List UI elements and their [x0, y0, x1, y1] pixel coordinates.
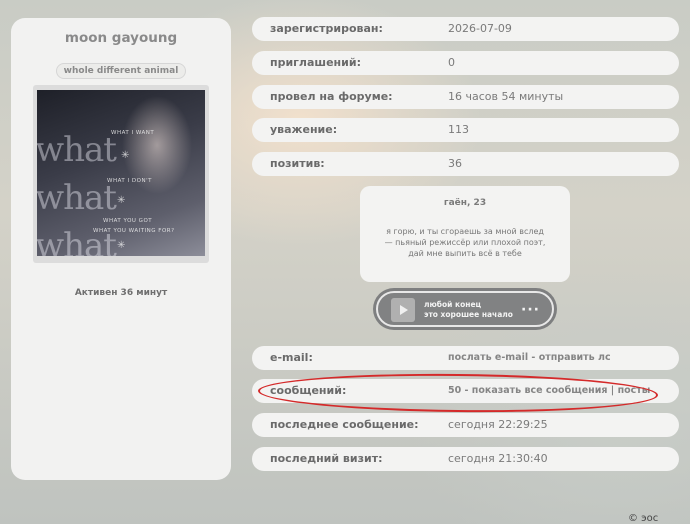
- last-visit-value: сегодня 21:30:40: [448, 452, 548, 465]
- avatar-caption-4: WHAT YOU WAITING FOR?: [93, 228, 175, 234]
- contact-row-posts: сообщений: 50 - показать все сообщения |…: [252, 379, 679, 403]
- copyright[interactable]: © эос: [628, 513, 658, 524]
- topics-link[interactable]: посты: [618, 385, 651, 396]
- music-player: любой конец это хорошее начало ···: [373, 288, 557, 330]
- usertitle-badge: whole different animal: [55, 63, 187, 79]
- show-all-posts-link[interactable]: показать все сообщения: [472, 385, 608, 396]
- stat-label: провел на форуме:: [270, 90, 393, 103]
- send-pm-link[interactable]: отправить лс: [539, 352, 611, 363]
- send-email-link[interactable]: послать e-mail: [448, 352, 528, 363]
- stat-value: 16 часов 54 минуты: [448, 90, 564, 103]
- avatar-word-2: what: [37, 178, 117, 218]
- music-player-inner: любой конец это хорошее начало ···: [376, 291, 554, 327]
- username[interactable]: moon gayoung: [11, 30, 231, 46]
- sparkle-icon: ✳: [117, 240, 126, 251]
- separator: -: [528, 352, 539, 363]
- stat-value: 113: [448, 123, 469, 136]
- stat-row-respect: уважение: 113: [252, 118, 679, 142]
- sparkle-icon: ✳: [117, 195, 126, 206]
- avatar: what what what WHAT I WANT ✳ WHAT I DON'…: [37, 90, 205, 256]
- stat-row-registered: зарегистрирован: 2026-07-09: [252, 17, 679, 41]
- stat-label: приглашений:: [270, 56, 361, 69]
- quote-card: гаён, 23 я горю, и ты сгораешь за мной в…: [360, 186, 570, 282]
- active-status: Активен 36 минут: [74, 288, 168, 298]
- avatar-caption-2: WHAT I DON'T: [107, 178, 152, 184]
- quote-line: я горю, и ты сгораешь за мной вслед: [386, 227, 544, 236]
- avatar-caption-1: WHAT I WANT: [111, 130, 155, 136]
- posts-count: 50: [448, 385, 462, 396]
- contact-row-last-post: последнее сообщение: сегодня 22:29:25: [252, 413, 679, 437]
- stat-row-positive: позитив: 36: [252, 152, 679, 176]
- usertitle-wrap: whole different animal: [11, 58, 231, 79]
- profile-panel: moon gayoung whole different animal what…: [11, 18, 231, 480]
- stat-label: позитив:: [270, 157, 325, 170]
- separator: |: [607, 385, 618, 396]
- stat-row-invites: приглашений: 0: [252, 51, 679, 75]
- email-actions: послать e-mail - отправить лс: [448, 352, 611, 363]
- posts-label: сообщений:: [270, 384, 347, 397]
- avatar-caption-3: WHAT YOU GOT: [103, 218, 153, 224]
- quote-title: гаён, 23: [443, 198, 487, 208]
- stat-label: уважение:: [270, 123, 338, 136]
- track-title: любой конец: [424, 300, 482, 309]
- avatar-word-1: what: [37, 130, 117, 170]
- stat-value: 36: [448, 157, 462, 170]
- stat-label: зарегистрирован:: [270, 22, 383, 35]
- stat-value: 0: [448, 56, 455, 69]
- play-icon[interactable]: [400, 305, 408, 315]
- track-subtitle: это хорошее начало: [424, 310, 513, 319]
- last-post-label: последнее сообщение:: [270, 418, 419, 431]
- separator: -: [461, 385, 472, 396]
- more-options-icon[interactable]: ···: [521, 302, 540, 318]
- quote-line: дай мне выпить всё в тебе: [408, 249, 522, 258]
- posts-actions: 50 - показать все сообщения | посты: [448, 385, 650, 396]
- last-post-value[interactable]: сегодня 22:29:25: [448, 418, 548, 431]
- contact-row-last-visit: последний визит: сегодня 21:30:40: [252, 447, 679, 471]
- stat-value: 2026-07-09: [448, 22, 512, 35]
- contact-row-email: e-mail: послать e-mail - отправить лс: [252, 346, 679, 370]
- quote-body: я горю, и ты сгораешь за мной вслед — пь…: [360, 226, 570, 259]
- stat-row-time-on-forum: провел на форуме: 16 часов 54 минуты: [252, 85, 679, 109]
- last-visit-label: последний визит:: [270, 452, 383, 465]
- avatar-frame: what what what WHAT I WANT ✳ WHAT I DON'…: [33, 85, 209, 263]
- track-info: любой конец это хорошее начало: [424, 300, 513, 320]
- quote-line: — пьяный режиссёр или плохой поэт,: [384, 238, 546, 247]
- sparkle-icon: ✳: [121, 150, 130, 161]
- email-label: e-mail:: [270, 351, 313, 364]
- album-cover[interactable]: [391, 298, 415, 322]
